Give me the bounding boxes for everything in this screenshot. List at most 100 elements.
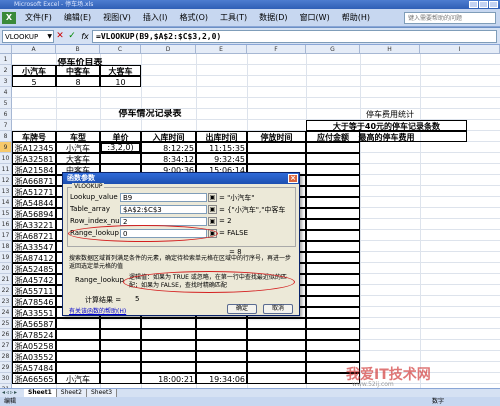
menu-window[interactable]: 窗口(W) [294,12,336,23]
stats-max-fee[interactable]: 最高的停车费用 [306,131,467,142]
table-cell[interactable]: 浙A87412 [12,252,56,263]
table-cell[interactable]: 浙A66565 [12,373,56,384]
table-cell[interactable] [306,142,360,153]
table-cell[interactable]: 浙A45742 [12,274,56,285]
table-cell[interactable] [306,296,360,307]
table-cell[interactable]: 浙A68721 [12,230,56,241]
column-header-h[interactable]: H [360,45,420,54]
cancel-formula-icon[interactable]: ✕ [54,31,66,41]
row-header[interactable]: 20 [0,263,12,274]
row-header[interactable]: 12 [0,175,12,186]
excel-icon[interactable]: X [2,11,16,24]
collapse-dialog-icon[interactable]: ▣ [208,217,217,226]
table-cell[interactable] [306,274,360,285]
table-cell[interactable]: 浙A78524 [12,329,56,340]
row-header[interactable]: 27 [0,340,12,351]
table-cell[interactable] [56,340,100,351]
table-cell[interactable] [247,329,306,340]
maximize-button[interactable] [479,1,488,8]
chevron-down-icon[interactable]: ▼ [47,31,52,43]
record-header-cell[interactable]: 停放时间 [247,131,306,142]
table-cell[interactable] [56,351,100,362]
table-cell[interactable]: 大客车 [56,153,100,164]
insert-function-icon[interactable]: fx [78,32,92,41]
table-cell[interactable] [141,329,196,340]
dialog-close-icon[interactable]: × [288,174,298,183]
tab-sheet1[interactable]: Sheet1 [24,389,57,397]
menu-file[interactable]: 文件(F) [19,12,58,23]
table-cell[interactable]: 11:15:35 [196,142,247,153]
table-cell[interactable] [196,318,247,329]
row-header[interactable]: 19 [0,252,12,263]
table-cell[interactable] [306,153,360,164]
collapse-dialog-icon[interactable]: ▣ [208,205,217,214]
table-cell[interactable]: 8:12:25 [141,142,196,153]
table-cell[interactable] [306,285,360,296]
menu-view[interactable]: 视图(V) [97,12,137,23]
table-cell[interactable]: 浙A32581 [12,153,56,164]
row-header[interactable]: 2 [0,65,12,76]
table-cell[interactable] [100,340,141,351]
row-header[interactable]: 8 [0,131,12,142]
table-cell[interactable] [306,329,360,340]
table-cell[interactable] [141,351,196,362]
row-header[interactable]: 16 [0,219,12,230]
table-cell[interactable]: 浙A54844 [12,197,56,208]
table-cell[interactable] [141,318,196,329]
row-header[interactable]: 17 [0,230,12,241]
table-cell[interactable]: 18:00:21 [141,373,196,384]
table-cell[interactable]: :3,2,0) [100,142,141,153]
table-cell[interactable] [196,340,247,351]
row-header[interactable]: 24 [0,307,12,318]
row-header[interactable]: 3 [0,76,12,87]
column-header-b[interactable]: B [56,45,100,54]
table-cell[interactable]: 小汽车 [56,373,100,384]
row-header[interactable]: 28 [0,351,12,362]
column-header-a[interactable]: A [12,45,56,54]
table-cell[interactable] [306,164,360,175]
table-cell[interactable] [306,263,360,274]
table-cell[interactable] [247,373,306,384]
menu-data[interactable]: 数据(D) [253,12,293,23]
stats-count-40[interactable]: 大于等于40元的停车记录条数 [306,120,467,131]
formula-input[interactable]: =VLOOKUP(B9,$A$2:$C$3,2,0) [92,29,497,43]
column-header-d[interactable]: D [141,45,196,54]
confirm-formula-icon[interactable]: ✓ [66,31,78,41]
table-cell[interactable]: 小汽车 [56,142,100,153]
price-value-car[interactable]: 5 [12,76,56,87]
close-window-button[interactable] [489,1,498,8]
column-header-f[interactable]: F [247,45,306,54]
table-cell[interactable]: 8:34:12 [141,153,196,164]
menu-help[interactable]: 帮助(H) [336,12,376,23]
row-header[interactable]: 9 [0,142,12,153]
table-cell[interactable] [306,340,360,351]
price-header-bus-large[interactable]: 大客车 [100,65,141,76]
column-header-c[interactable]: C [100,45,141,54]
table-cell[interactable]: 浙A51271 [12,186,56,197]
table-cell[interactable] [196,329,247,340]
table-cell[interactable] [100,351,141,362]
row-header[interactable]: 14 [0,197,12,208]
table-cell[interactable] [247,362,306,373]
price-header-car[interactable]: 小汽车 [12,65,56,76]
table-cell[interactable] [306,307,360,318]
table-cell[interactable] [306,186,360,197]
row-header[interactable]: 6 [0,109,12,120]
table-cell[interactable] [306,252,360,263]
table-cell[interactable] [100,329,141,340]
table-cell[interactable]: 浙A03552 [12,351,56,362]
menu-tools[interactable]: 工具(T) [214,12,253,23]
row-header[interactable]: 18 [0,241,12,252]
menu-insert[interactable]: 插入(I) [137,12,174,23]
table-cell[interactable]: 浙A57484 [12,362,56,373]
row-header[interactable]: 30 [0,373,12,384]
help-search-input[interactable]: 键入需要帮助的问题 [404,11,496,24]
table-cell[interactable] [100,362,141,373]
collapse-dialog-icon[interactable]: ▣ [208,193,217,202]
table-cell[interactable]: 浙A33547 [12,241,56,252]
arg-input-lookup-value[interactable]: B9 [120,193,207,202]
table-cell[interactable] [56,329,100,340]
table-cell[interactable]: 浙A78546 [12,296,56,307]
row-header[interactable]: 10 [0,153,12,164]
table-cell[interactable] [306,219,360,230]
